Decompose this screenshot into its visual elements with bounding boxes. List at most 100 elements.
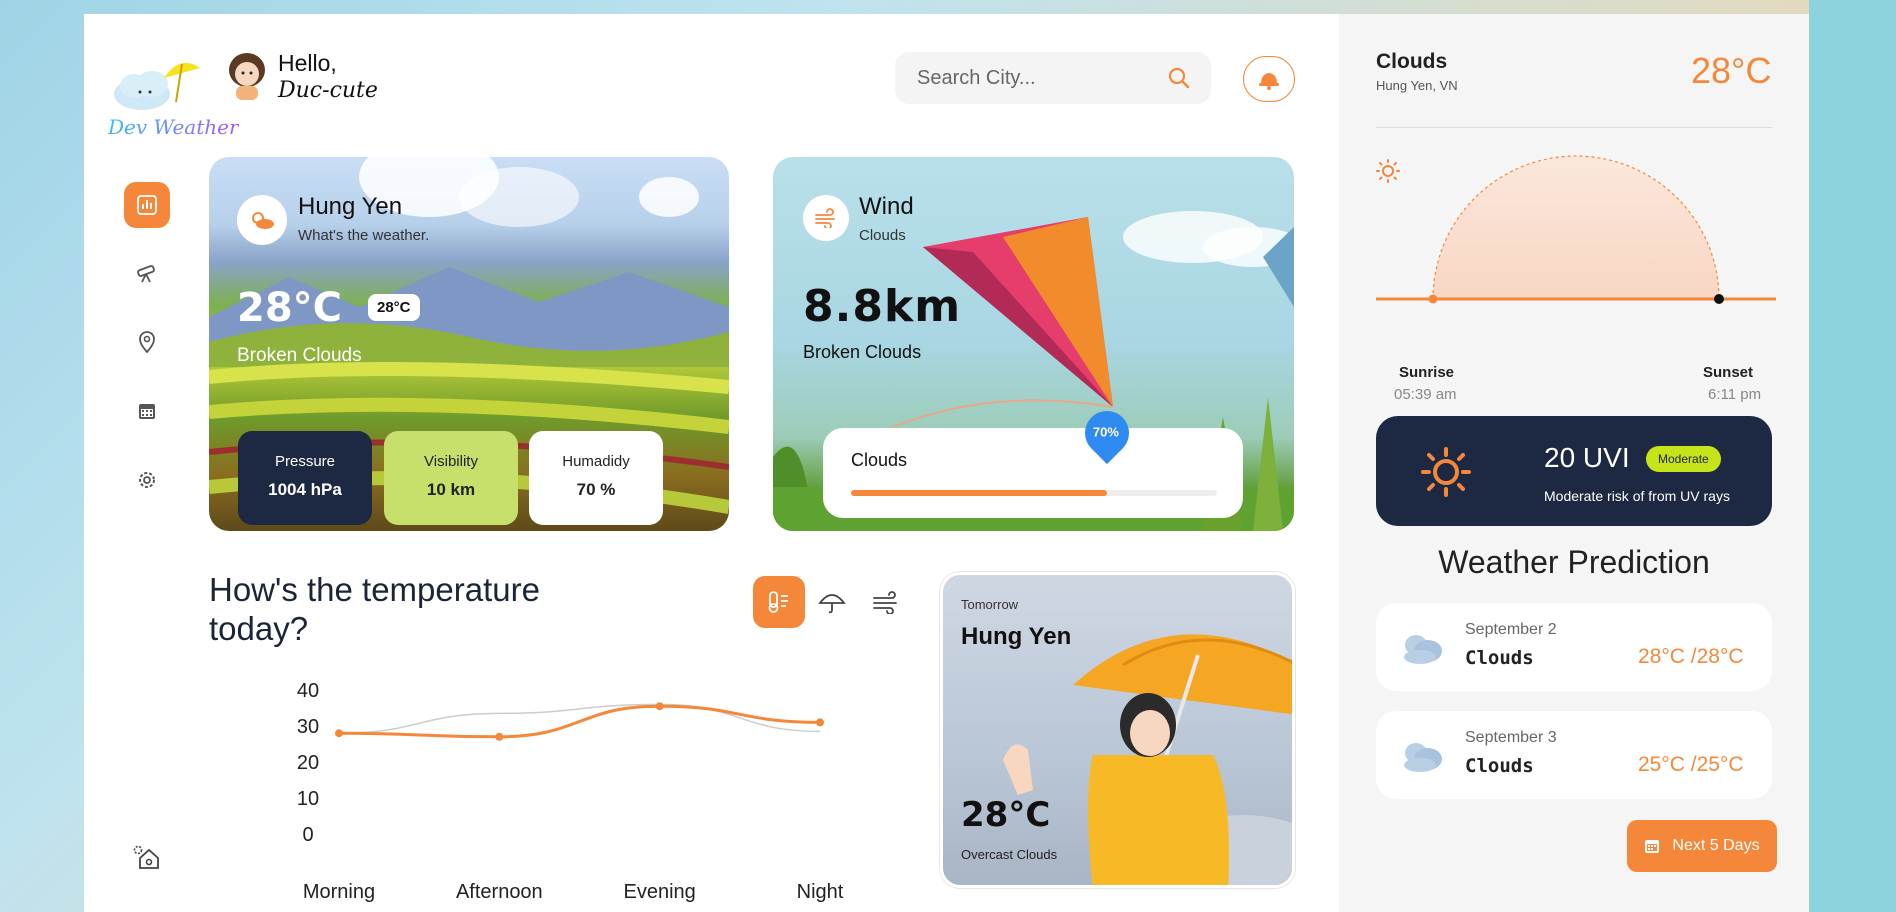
- mode-wind-button[interactable]: [860, 576, 912, 628]
- temperature-badge: 28°C: [368, 294, 420, 321]
- x-tick-label: Night: [797, 881, 844, 903]
- next-5-days-button[interactable]: Next 5 Days: [1627, 820, 1777, 872]
- clouds-percent-text: 70%: [1093, 424, 1120, 440]
- sunrise-time: 05:39 am: [1394, 386, 1457, 403]
- clouds-label: Clouds: [851, 450, 908, 470]
- mode-rain-button[interactable]: [806, 576, 858, 628]
- girl-umbrella-illustration: [1003, 634, 1292, 885]
- sun-icon: [1376, 159, 1400, 183]
- y-tick-label: 30: [297, 716, 319, 738]
- wind-title: Wind: [859, 193, 914, 220]
- tomorrow-temperature: 28°C: [961, 795, 1051, 835]
- umbrella-icon: [818, 594, 846, 614]
- sidebar-item-dashboard[interactable]: [124, 182, 170, 228]
- sidebar-item-settings[interactable]: [124, 457, 170, 503]
- x-tick-label: Evening: [624, 881, 696, 903]
- visibility-label: Visibility: [424, 453, 478, 470]
- mode-temperature-button[interactable]: [753, 576, 805, 628]
- clouds-progress-box: Clouds: [823, 428, 1243, 518]
- current-temperature: 28°C: [237, 285, 343, 331]
- sun-cloud-icon: [252, 212, 274, 229]
- forecast-item[interactable]: September 2 Clouds 28°C /28°C: [1376, 603, 1772, 691]
- sunset-time: 6:11 pm: [1708, 386, 1762, 403]
- wind-card[interactable]: Wind Clouds 8.8km Broken Clouds Clouds 7…: [773, 157, 1294, 531]
- forecast-date: September 2: [1465, 621, 1557, 638]
- wind-icon-wrap: [803, 195, 849, 241]
- sunset-marker: [1714, 294, 1724, 304]
- calendar-icon: [1645, 840, 1660, 853]
- current-description: Broken Clouds: [237, 345, 362, 366]
- uv-value: 20 UVI: [1544, 442, 1630, 473]
- summary-temperature: 28°C: [1691, 50, 1772, 91]
- summary-divider: [1376, 127, 1772, 128]
- data-point: [816, 718, 824, 727]
- calendar-icon: [139, 404, 155, 419]
- pressure-value: 1004 hPa: [268, 480, 342, 499]
- tomorrow-label: Tomorrow: [961, 597, 1019, 612]
- temperature-chart: 40 30 20 10 0 Morning Afternoon Evening Night: [297, 680, 844, 903]
- summary-panel: Clouds Hung Yen, VN 28°C Sunrise 05:39 a…: [1339, 14, 1809, 912]
- current-subtitle: What's the weather.: [298, 227, 430, 244]
- avatar[interactable]: [224, 50, 270, 100]
- background-strip: [1809, 0, 1896, 912]
- current-weather-card[interactable]: Hung Yen What's the weather. 28°C 28°C B…: [209, 157, 729, 531]
- logo-text: Dev Weather: [108, 115, 239, 139]
- y-tick-label: 40: [297, 680, 319, 702]
- series-line: [338, 704, 821, 739]
- sunrise-marker: [1428, 294, 1438, 304]
- gear-icon: [139, 472, 155, 488]
- sunrise-label: Sunrise: [1399, 364, 1455, 381]
- uv-text: Moderate risk of from UV rays: [1544, 488, 1730, 504]
- pressure-label: Pressure: [274, 453, 336, 470]
- pressure-stat: Pressure 1004 hPa: [238, 431, 372, 525]
- data-point: [335, 729, 343, 738]
- forecast-date: September 3: [1465, 729, 1557, 746]
- visibility-stat: Visibility 10 km: [384, 431, 518, 525]
- summary-condition: Clouds: [1376, 50, 1448, 73]
- forecast-condition: Clouds: [1465, 647, 1534, 669]
- current-city: Hung Yen: [298, 193, 403, 220]
- sidebar-item-calendar[interactable]: [124, 388, 170, 434]
- series-line: [338, 703, 821, 734]
- prediction-title: Weather Prediction: [1438, 544, 1710, 580]
- wind-value: 8.8km: [803, 281, 962, 332]
- cloud-icon: [1404, 743, 1442, 772]
- forecast-condition: Clouds: [1465, 755, 1534, 777]
- cloud-icon: [1404, 635, 1442, 664]
- thermometer-icon: [768, 591, 788, 613]
- wind-icon: [873, 591, 897, 614]
- humidity-stat: Humadidy 70 %: [529, 431, 663, 525]
- humidity-label: Humadidy: [562, 453, 630, 470]
- data-point: [655, 702, 664, 711]
- chart-icon: [137, 195, 157, 215]
- tomorrow-description: Overcast Clouds: [961, 847, 1058, 862]
- location-pin-icon: [139, 331, 155, 353]
- app-window: Dev Weather Hello, Duc-cute Search City.…: [84, 14, 1809, 912]
- greeting-hello: Hello,: [278, 50, 337, 76]
- humidity-value: 70 %: [576, 480, 616, 499]
- tomorrow-card[interactable]: Tomorrow Hung Yen 28°C Overcast Clouds: [940, 572, 1295, 888]
- y-tick-label: 0: [302, 824, 313, 846]
- temperature-title: How's the temperature today?: [209, 571, 540, 647]
- cloud-umbrella-icon: [114, 62, 200, 110]
- search-icon[interactable]: [1167, 66, 1191, 90]
- sun-icon: [1421, 447, 1471, 497]
- weather-icon-wrap: [237, 195, 287, 245]
- main-area: Dev Weather Hello, Duc-cute Search City.…: [84, 14, 1339, 912]
- sidebar-item-location[interactable]: [124, 319, 170, 365]
- search-input[interactable]: [917, 66, 1157, 90]
- forecast-item[interactable]: September 3 Clouds 25°C /25°C: [1376, 711, 1772, 799]
- sidebar-item-explore[interactable]: [124, 250, 170, 296]
- sunset-label: Sunset: [1703, 364, 1754, 381]
- forecast-temps: 25°C /25°C: [1638, 753, 1744, 776]
- x-tick-label: Afternoon: [456, 881, 543, 903]
- wind-icon: [815, 208, 835, 228]
- wind-subtitle: Clouds: [859, 227, 906, 244]
- clouds-progress-fill: [851, 490, 1108, 496]
- notification-button[interactable]: [1243, 56, 1295, 102]
- wind-description: Broken Clouds: [803, 342, 922, 362]
- sidebar-item-home-settings[interactable]: [124, 834, 170, 880]
- greeting-name: Duc-cute: [278, 78, 378, 103]
- telescope-icon: [137, 265, 155, 283]
- y-tick-label: 10: [297, 788, 319, 810]
